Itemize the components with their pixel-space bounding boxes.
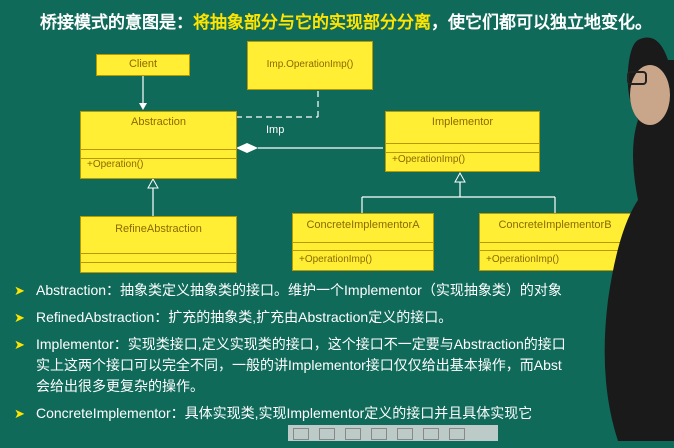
- bullet-abstraction: ➤ Abstraction：抽象类定义抽象类的接口。维护一个Implemento…: [14, 280, 614, 301]
- concrete-b-op: +OperationImp(): [486, 254, 560, 265]
- bullet-implementor: ➤ Implementor：实现类接口,定义实现类的接口，这个接口不一定要与Ab…: [14, 334, 614, 397]
- video-toolbar[interactable]: [288, 425, 498, 441]
- toolbar-button[interactable]: [319, 428, 335, 440]
- abstraction-op: +Operation(): [87, 159, 144, 170]
- bullet-line: 会给出很多更复杂的操作。: [36, 378, 204, 394]
- bullet-concrete-implementor: ➤ ConcreteImplementor：具体实现类,实现Implemento…: [14, 403, 614, 424]
- implementor-box: Implementor +OperationImp(): [385, 111, 540, 172]
- toolbar-button[interactable]: [397, 428, 413, 440]
- implementor-op: +OperationImp(): [392, 154, 466, 165]
- concrete-a-box: ConcreteImplementorA +OperationImp(): [292, 213, 434, 271]
- presenter-image: [604, 37, 674, 441]
- bullet-arrow-icon: ➤: [14, 337, 25, 352]
- bullet-arrow-icon: ➤: [14, 406, 25, 421]
- bullet-list: ➤ Abstraction：抽象类定义抽象类的接口。维护一个Implemento…: [14, 280, 614, 430]
- toolbar-button[interactable]: [293, 428, 309, 440]
- refine-abstraction-box: RefineAbstraction: [80, 216, 237, 273]
- concrete-a-name: ConcreteImplementorA: [306, 219, 420, 231]
- bullet-text: RefinedAbstraction：扩充的抽象类,扩充由Abstraction…: [36, 309, 453, 325]
- bullet-arrow-icon: ➤: [14, 283, 25, 298]
- bullet-line: 实上这两个接口可以完全不同，一般的讲Implementor接口仅仅给出基本操作，…: [36, 357, 562, 373]
- toolbar-button[interactable]: [371, 428, 387, 440]
- bullet-text: ConcreteImplementor：具体实现类,实现Implementor定…: [36, 405, 533, 421]
- note-label: Imp.OperationImp(): [266, 59, 354, 70]
- bullet-text: Abstraction：抽象类定义抽象类的接口。维护一个Implementor（…: [36, 282, 562, 298]
- toolbar-button[interactable]: [423, 428, 439, 440]
- bullet-arrow-icon: ➤: [14, 310, 25, 325]
- client-label: Client: [128, 58, 158, 70]
- bullet-line: Implementor：实现类接口,定义实现类的接口，这个接口不一定要与Abst…: [36, 336, 566, 352]
- toolbar-button[interactable]: [449, 428, 465, 440]
- bullet-refined-abstraction: ➤ RefinedAbstraction：扩充的抽象类,扩充由Abstracti…: [14, 307, 614, 328]
- refine-name: RefineAbstraction: [115, 223, 202, 235]
- note-box: Imp.OperationImp(): [247, 41, 373, 90]
- toolbar-button[interactable]: [345, 428, 361, 440]
- client-box: Client: [96, 54, 190, 76]
- implementor-name: Implementor: [431, 116, 494, 128]
- abstraction-box: Abstraction +Operation(): [80, 111, 237, 179]
- association-label: Imp: [266, 124, 285, 136]
- abstraction-name: Abstraction: [130, 116, 187, 128]
- concrete-a-op: +OperationImp(): [299, 254, 373, 265]
